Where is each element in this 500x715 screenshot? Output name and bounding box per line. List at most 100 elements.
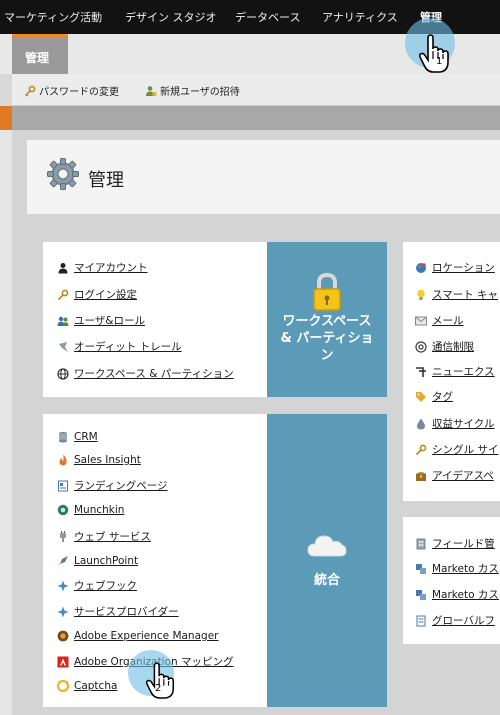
tab-admin[interactable]: 管理 [12,34,68,74]
crm-label: CRM [74,431,98,443]
activities-icon [416,589,426,600]
launchpoint-label: LaunchPoint [74,555,139,567]
objects-icon [416,563,426,574]
nav-marketing-activities[interactable]: マーケティング活動 [4,9,102,25]
orange-marker [0,106,12,130]
hand-cursor-icon [145,662,174,699]
tag-icon [416,391,426,402]
email-link[interactable]: メール [415,313,464,328]
field-management-label: フィールド管 [432,538,495,550]
chest-icon [416,471,426,481]
user-icon [58,262,68,273]
service-providers-label: サービスプロバイダー [74,606,179,618]
smart-campaign-link[interactable]: スマート キャ [415,287,498,302]
left-rail [0,130,12,715]
new-experience-label: ニューエクス [432,366,495,378]
drop-icon [417,418,425,429]
launchpoint-link[interactable]: LaunchPoint [57,555,138,567]
audit-trail-label: オーディット トレール [74,341,182,353]
at-icon [415,340,427,353]
database-icon [416,538,426,549]
email-label: メール [432,315,464,327]
adobe-experience-manager-link[interactable]: Adobe Experience Manager [57,630,218,642]
workspaces-tile-line1: ワークスペース [282,314,372,329]
globe-icon [57,367,69,380]
adobe-experience-manager-label: Adobe Experience Manager [74,630,219,642]
my-account-link[interactable]: マイアカウント [57,260,148,275]
login-settings-label: ログイン設定 [74,289,137,301]
lightbulb-icon [417,289,425,300]
change-password-button[interactable]: パスワードの変更 [24,83,119,98]
marketo-custom-activities-label: Marketo カス [432,589,499,601]
nav-database[interactable]: データベース [235,9,300,25]
workspaces-tile-line2: & パーティショ [280,331,374,346]
webhooks-link[interactable]: ウェブフック [57,578,137,593]
captcha-label: Captcha [74,680,118,692]
locations-link[interactable]: ロケーション [415,260,495,275]
integration-tile[interactable]: 統合 [267,414,387,707]
tags-link[interactable]: タグ [415,389,453,404]
globe-icon [416,262,426,273]
service-providers-link[interactable]: サービスプロバイダー [57,604,179,619]
page-title: 管理 [88,170,124,191]
workspaces-tile-line3: ン [320,348,334,363]
flame-icon [59,454,67,466]
step-number-2: 2 [155,683,162,694]
marketo-custom-activities-link[interactable]: Marketo カス [415,587,499,602]
single-sign-on-link[interactable]: シングル サイ [415,442,498,457]
global-form-label: グローバルフ [432,615,495,627]
users-roles-label: ユーザ&ロール [74,315,145,327]
invite-user-label: 新規ユーザの招待 [160,87,240,98]
munchkin-link[interactable]: Munchkin [57,504,124,516]
tab-admin-label: 管理 [25,51,50,65]
users-roles-link[interactable]: ユーザ&ロール [57,313,145,328]
idea-space-link[interactable]: アイデアスペ [415,468,494,483]
plug-icon [60,530,66,542]
single-sign-on-label: シングル サイ [432,444,499,456]
web-services-label: ウェブ サービス [74,531,151,543]
gear-icon [47,158,79,190]
rocket-icon [58,556,68,566]
nav-design-studio[interactable]: デザイン スタジオ [125,9,217,25]
workspaces-partitions-link[interactable]: ワークスペース & パーティション [57,366,234,381]
captcha-icon [57,680,69,692]
landing-pages-link[interactable]: ランディングページ [57,478,168,493]
database-icon [59,431,67,443]
my-account-label: マイアカウント [74,262,148,274]
nav-analytics[interactable]: アナリティクス [322,9,398,25]
key-icon [57,289,69,300]
key-icon [415,444,427,455]
change-password-label: パスワードの変更 [39,87,119,98]
integration-tile-label: 統合 [313,573,340,588]
sales-insight-link[interactable]: Sales Insight [57,454,141,466]
munchkin-icon [57,504,69,516]
web-services-link[interactable]: ウェブ サービス [57,529,151,544]
workspaces-tile[interactable]: ワークスペース & パーティショ ン [267,242,387,397]
invite-user-button[interactable]: 新規ユーザの招待 [145,83,240,98]
page-icon [58,480,68,491]
lines-icon [416,366,426,377]
add-user-icon [146,85,157,96]
new-experience-link[interactable]: ニューエクス [415,364,495,379]
audit-trail-link[interactable]: オーディット トレール [57,339,182,354]
smart-campaign-label: スマート キャ [432,289,499,301]
landing-pages-label: ランディングページ [74,480,168,492]
marketo-custom-objects-link[interactable]: Marketo カス [415,561,499,576]
locations-label: ロケーション [432,262,495,274]
form-icon [416,615,426,626]
global-form-link[interactable]: グローバルフ [415,613,495,628]
communication-limits-label: 通信制限 [432,341,474,353]
users-icon [57,316,69,326]
login-settings-link[interactable]: ログイン設定 [57,287,137,302]
envelope-icon [415,316,427,325]
webhooks-label: ウェブフック [74,580,137,592]
revenue-cycle-link[interactable]: 収益サイクル [415,416,494,431]
footprint-icon [59,341,68,352]
field-management-link[interactable]: フィールド管 [415,536,495,551]
crm-link[interactable]: CRM [57,431,98,443]
adobe-icon [57,656,69,667]
communication-limits-link[interactable]: 通信制限 [415,339,474,354]
captcha-link[interactable]: Captcha [57,680,117,692]
toolbar: パスワードの変更 新規ユーザの招待 [12,74,500,106]
key-icon [24,85,36,96]
